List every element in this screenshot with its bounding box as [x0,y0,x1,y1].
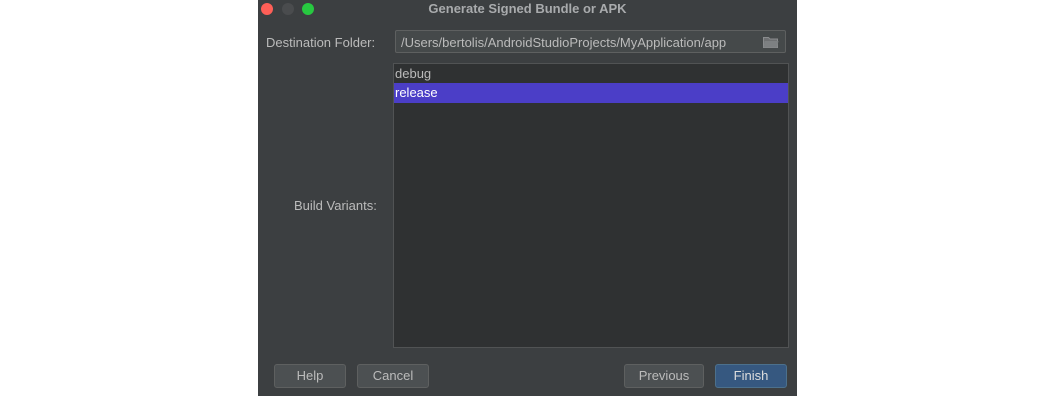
destination-folder-value: /Users/bertolis/AndroidStudioProjects/My… [401,35,727,50]
variant-item-debug[interactable]: debug [394,64,788,84]
folder-icon[interactable] [763,36,779,48]
dialog-title: Generate Signed Bundle or APK [428,1,627,16]
build-variants-list[interactable]: debug release [393,63,789,348]
destination-folder-field[interactable]: /Users/bertolis/AndroidStudioProjects/My… [395,30,786,53]
variant-item-release[interactable]: release [394,83,788,103]
title-bar: Generate Signed Bundle or APK [258,0,797,18]
finish-button[interactable]: Finish [715,364,787,388]
destination-folder-label: Destination Folder: [266,35,376,50]
cancel-button[interactable]: Cancel [357,364,429,388]
background [0,0,258,396]
generate-signed-bundle-dialog: Generate Signed Bundle or APK Destinatio… [258,0,797,396]
build-variants-label: Build Variants: [294,198,377,213]
previous-button[interactable]: Previous [624,364,704,388]
help-button[interactable]: Help [274,364,346,388]
